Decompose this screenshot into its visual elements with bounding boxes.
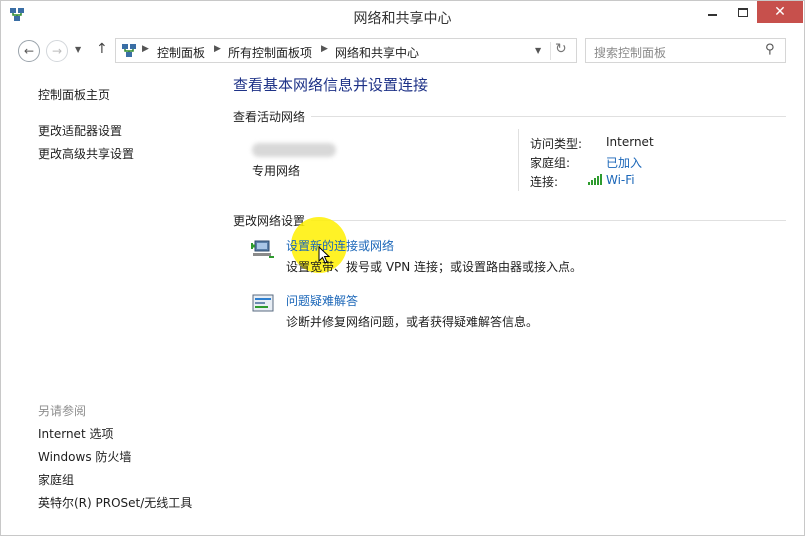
vertical-divider [518, 129, 519, 191]
setup-connection-link[interactable]: 设置新的连接或网络 [286, 237, 394, 254]
sidebar-item-firewall[interactable]: Windows 防火墙 [38, 448, 131, 465]
maximize-button[interactable] [729, 1, 757, 23]
section-divider [311, 116, 786, 117]
forward-arrow-icon: → [51, 44, 63, 58]
breadcrumb-control-panel[interactable]: 控制面板 [157, 44, 205, 61]
refresh-icon[interactable]: ↻ [555, 41, 567, 57]
close-icon: ✕ [774, 4, 786, 20]
search-input[interactable]: 搜索控制面板 ⚲ [585, 38, 786, 63]
back-button[interactable]: ← [18, 40, 40, 62]
homegroup-label: 家庭组: [530, 156, 571, 170]
sidebar-item-internet-options[interactable]: Internet 选项 [38, 425, 113, 442]
mouse-cursor-icon [318, 246, 330, 264]
sidebar-item-proset[interactable]: 英特尔(R) PROSet/无线工具 [38, 494, 192, 511]
title-bar: 网络和共享中心 ✕ [1, 1, 804, 33]
access-type-value: Internet [606, 135, 654, 149]
sidebar-item-homegroup[interactable]: 家庭组 [38, 471, 74, 488]
setup-connection-description: 设置宽带、拨号或 VPN 连接；或设置路由器或接入点。 [286, 260, 583, 274]
section-divider [311, 220, 786, 221]
sidebar-item-advanced-sharing[interactable]: 更改高级共享设置 [38, 145, 134, 162]
breadcrumb-separator-icon[interactable]: ▶ [142, 44, 149, 54]
sidebar-item-home[interactable]: 控制面板主页 [38, 86, 110, 103]
minimize-button[interactable] [695, 1, 729, 23]
sidebar-item-adapter-settings[interactable]: 更改适配器设置 [38, 122, 122, 139]
wifi-connection-link[interactable]: Wi-Fi [606, 173, 635, 187]
address-bar[interactable]: ▶ 控制面板 ▶ 所有控制面板项 ▶ 网络和共享中心 ▼ ↻ [115, 38, 577, 63]
troubleshoot-link[interactable]: 问题疑难解答 [286, 292, 358, 309]
active-networks-heading: 查看活动网络 [233, 110, 306, 124]
up-arrow-button[interactable]: ↑ [96, 41, 108, 57]
breadcrumb-separator-icon[interactable]: ▶ [214, 44, 221, 54]
network-name-blurred [252, 143, 336, 157]
homegroup-joined-link[interactable]: 已加入 [606, 154, 642, 171]
recent-locations-dropdown-icon[interactable]: ▼ [75, 45, 81, 54]
search-placeholder: 搜索控制面板 [594, 46, 667, 60]
address-dropdown-icon[interactable]: ▼ [535, 46, 541, 55]
breadcrumb-separator-icon[interactable]: ▶ [321, 44, 328, 54]
window-title: 网络和共享中心 [353, 11, 452, 27]
network-category: 专用网络 [252, 164, 301, 178]
control-panel-icon [122, 44, 136, 57]
see-also-heading: 另请参阅 [38, 404, 87, 418]
minimize-icon [707, 14, 717, 16]
navigation-bar: ← → ▼ ↑ ▶ 控制面板 ▶ 所有控制面板项 ▶ 网络和共享中心 ▼ ↻ 搜… [1, 33, 804, 69]
page-title: 查看基本网络信息并设置连接 [233, 76, 429, 94]
close-button[interactable]: ✕ [757, 1, 803, 23]
search-icon[interactable]: ⚲ [765, 42, 775, 57]
forward-button[interactable]: → [46, 40, 68, 62]
change-settings-heading: 更改网络设置 [233, 214, 306, 228]
connection-label: 连接: [530, 175, 559, 189]
network-setup-icon [251, 240, 274, 258]
troubleshoot-description: 诊断并修复网络问题，或者获得疑难解答信息。 [286, 315, 539, 329]
back-arrow-icon: ← [23, 44, 35, 58]
maximize-icon [738, 7, 748, 17]
breadcrumb-network-center[interactable]: 网络和共享中心 [335, 44, 419, 61]
access-type-label: 访问类型: [530, 137, 583, 151]
troubleshoot-icon [252, 294, 274, 312]
breadcrumb-all-items[interactable]: 所有控制面板项 [228, 44, 312, 61]
wifi-signal-icon [588, 174, 602, 185]
address-divider [550, 42, 551, 60]
window: 网络和共享中心 ✕ ← → ▼ ↑ ▶ 控制面板 ▶ 所有控制面板项 ▶ 网络和… [0, 0, 805, 536]
